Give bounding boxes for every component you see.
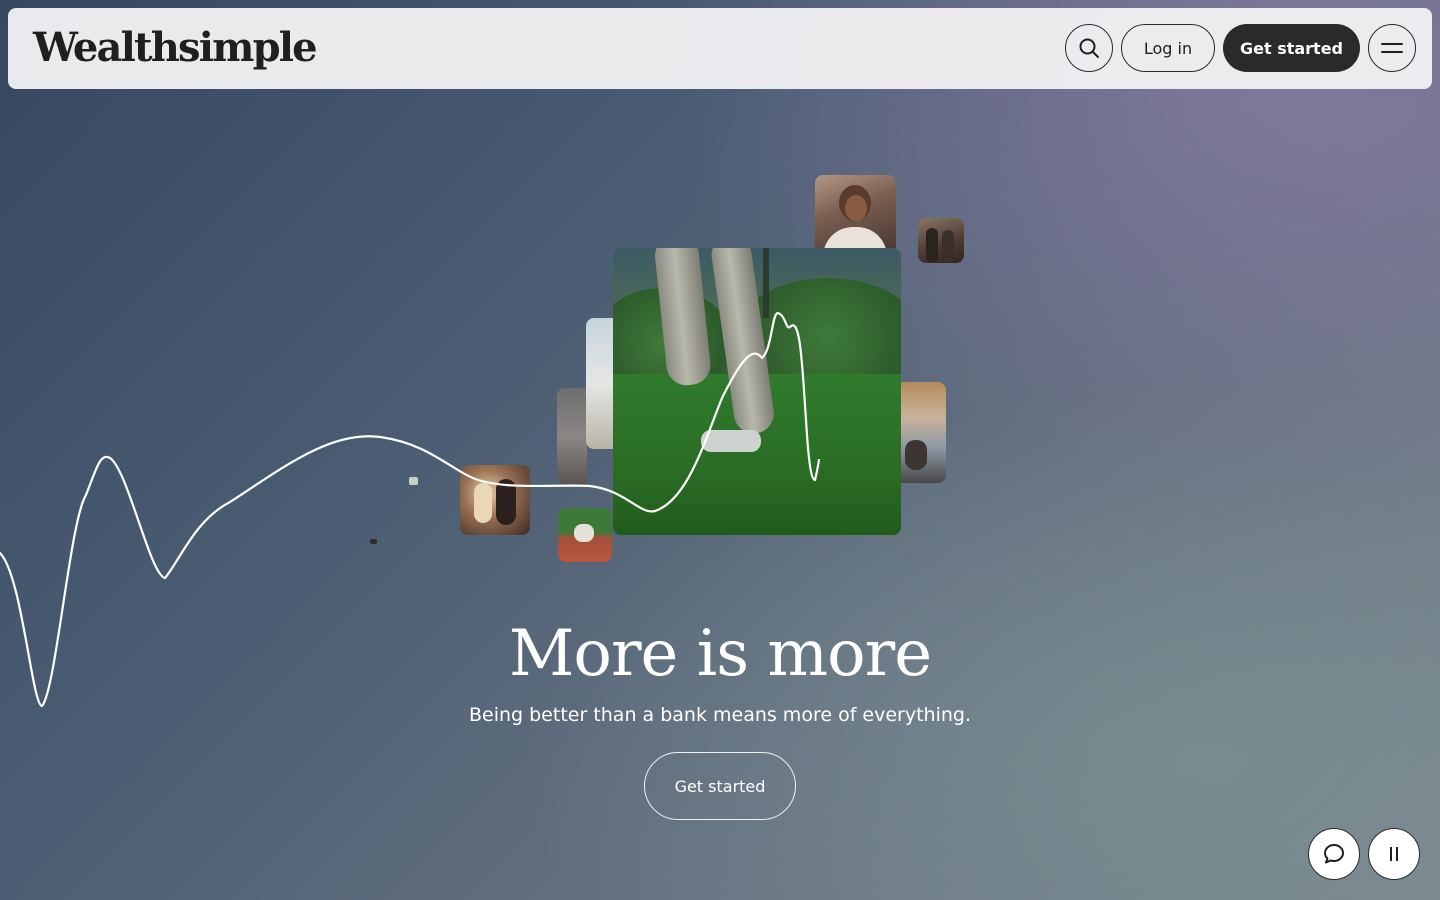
wealthsimple-logo[interactable]: Wealthsimple [33,22,318,74]
collage-image-woman-smiling [815,175,896,248]
get-started-button[interactable]: Get started [1223,24,1360,72]
menu-button[interactable] [1368,24,1416,72]
hero-headline: More is more [508,617,932,691]
chat-bubble-icon [1324,844,1344,864]
login-button[interactable]: Log in [1121,24,1215,72]
pause-button[interactable] [1368,828,1420,880]
collage-image-couple [918,218,964,263]
search-icon [1079,38,1099,58]
hero-subheadline: Being better than a bank means more of e… [468,704,972,726]
collage-image-dancing-couple [460,465,530,535]
collage-image-running-track [558,508,612,562]
site-header: Wealthsimple Log in Get started [8,8,1432,89]
hero-get-started-button[interactable]: Get started [644,752,796,820]
collage-image-walking-on-grass [613,248,901,535]
floating-speck [370,539,377,544]
search-button[interactable] [1065,24,1113,72]
floating-speck [409,477,418,485]
chat-button[interactable] [1308,828,1360,880]
menu-icon [1381,43,1403,53]
collage-image-beach [586,318,614,449]
collage-image-street [557,388,587,485]
pause-icon [1390,847,1398,861]
collage-image-van-interior [901,382,946,483]
